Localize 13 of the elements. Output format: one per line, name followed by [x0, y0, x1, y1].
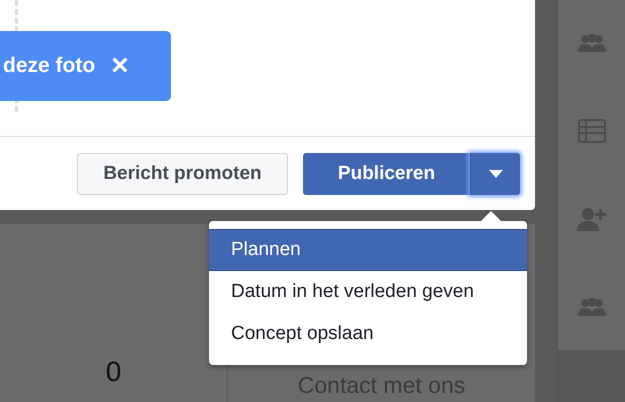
people-icon: [576, 34, 606, 52]
dropdown-button[interactable]: [470, 153, 520, 195]
promote-button[interactable]: Bericht promoten: [77, 153, 288, 195]
people-icon: [576, 298, 606, 316]
caret-icon: [488, 170, 502, 178]
menu-item[interactable]: Datum in het verleden geven: [209, 271, 527, 313]
list-icon: [578, 119, 606, 143]
add-person-icon: [576, 207, 606, 231]
stat-value: 0: [106, 356, 122, 388]
menu-item[interactable]: Concept opslaan: [209, 313, 527, 355]
menu-item[interactable]: Plannen: [209, 229, 527, 271]
publish-button[interactable]: Publiceren: [303, 153, 470, 195]
tag-label: deze foto: [3, 54, 96, 78]
